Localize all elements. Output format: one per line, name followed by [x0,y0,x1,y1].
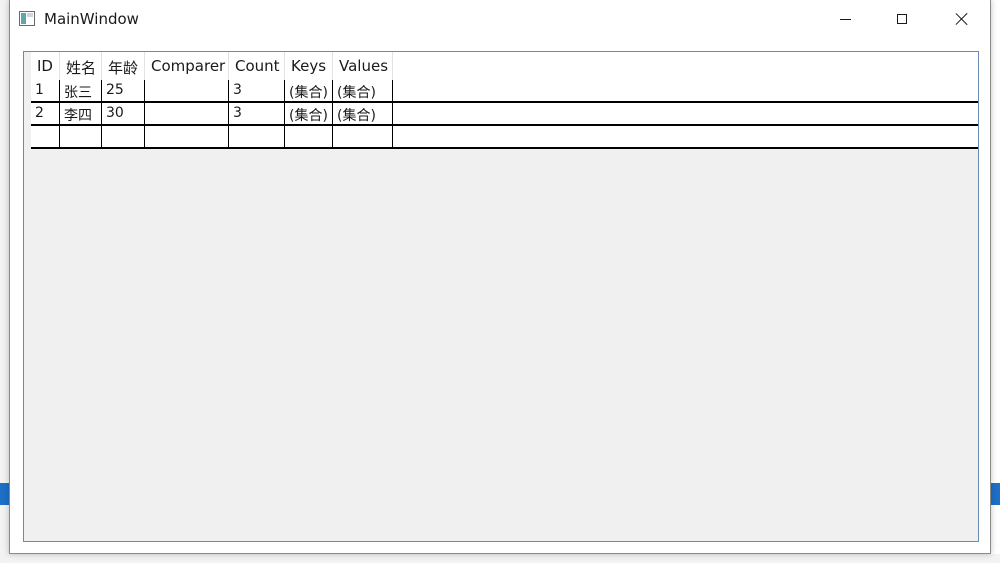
title-bar[interactable]: MainWindow [10,0,990,38]
column-header-name[interactable]: 姓名 [60,52,102,80]
cell-values[interactable]: (集合) [333,103,393,124]
background-taskbar-strip-right [990,483,1000,505]
cell-id[interactable] [31,126,60,147]
cell-count[interactable] [229,126,285,147]
cell-comparer[interactable] [145,103,229,124]
column-header-count[interactable]: Count [229,52,285,80]
cell-name[interactable]: 李四 [60,103,102,124]
cell-comparer[interactable] [145,80,229,101]
window-title: MainWindow [44,10,139,28]
minimize-icon [839,18,851,20]
cell-age[interactable]: 30 [102,103,145,124]
app-window-icon[interactable] [19,11,35,26]
main-window: MainWindow ID 姓名 年龄 Comparer Count Keys … [9,0,991,554]
grid-header: ID 姓名 年龄 Comparer Count Keys Values [31,52,978,81]
cell-id[interactable]: 2 [31,103,60,124]
cell-keys[interactable] [285,126,333,147]
cell-comparer[interactable] [145,126,229,147]
cell-keys[interactable]: (集合) [285,103,333,124]
cell-count[interactable]: 3 [229,103,285,124]
cell-id[interactable]: 1 [31,80,60,101]
table-row[interactable]: 2 李四 30 3 (集合) (集合) [31,103,978,126]
maximize-button[interactable] [879,0,925,38]
cell-name[interactable] [60,126,102,147]
cell-values[interactable]: (集合) [333,80,393,101]
maximize-icon [897,14,907,24]
cell-keys[interactable]: (集合) [285,80,333,101]
table-row[interactable]: 1 张三 25 3 (集合) (集合) [31,80,978,103]
close-button[interactable] [939,0,985,38]
column-header-keys[interactable]: Keys [285,52,333,80]
column-header-age[interactable]: 年龄 [102,52,145,80]
window-client-area: ID 姓名 年龄 Comparer Count Keys Values 1 张三… [10,38,990,553]
column-header-comparer[interactable]: Comparer [145,52,229,80]
cell-age[interactable] [102,126,145,147]
new-row-placeholder[interactable] [31,126,978,149]
column-header-values[interactable]: Values [333,52,393,80]
cell-name[interactable]: 张三 [60,80,102,101]
cell-count[interactable]: 3 [229,80,285,101]
background-desktop-bottom [0,554,1000,563]
column-header-id[interactable]: ID [31,52,60,80]
minimize-button[interactable] [822,0,868,38]
cell-values[interactable] [333,126,393,147]
close-icon [955,12,969,26]
data-grid[interactable]: ID 姓名 年龄 Comparer Count Keys Values 1 张三… [23,51,979,542]
cell-age[interactable]: 25 [102,80,145,101]
